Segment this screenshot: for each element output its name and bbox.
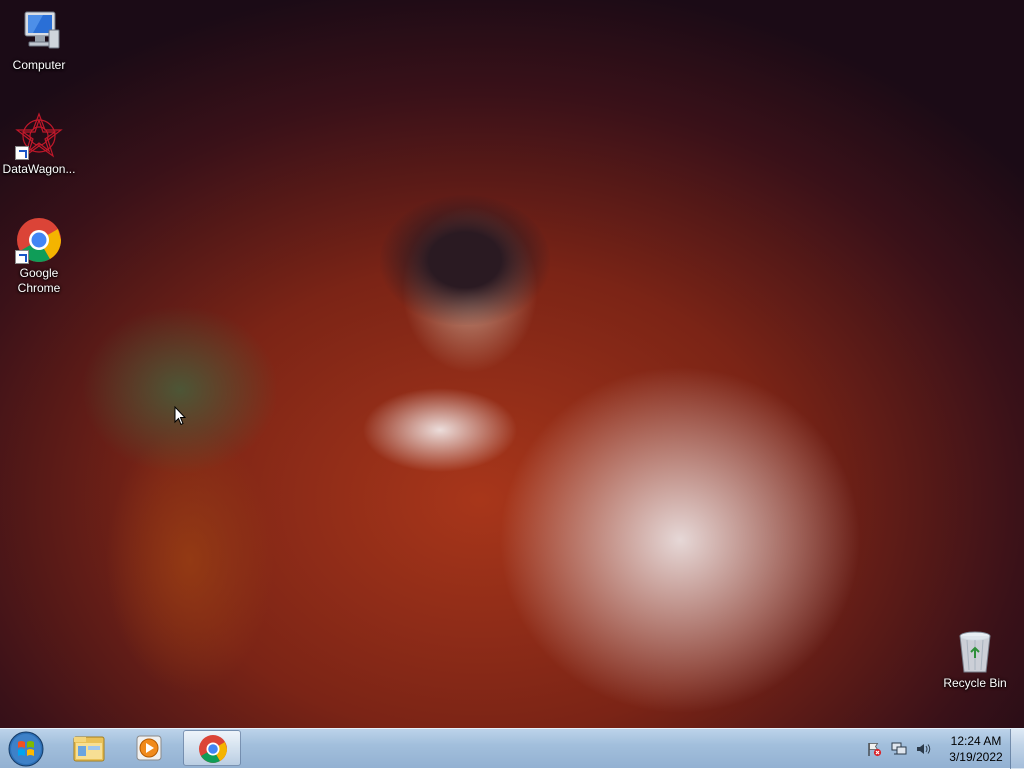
desktop-wallpaper: Computer DataWagon... Google Chrome Recy…: [0, 0, 1024, 728]
chrome-icon: [199, 735, 227, 763]
taskbar-media-player-button[interactable]: [121, 730, 179, 766]
desktop-icon-google-chrome[interactable]: Google Chrome: [1, 216, 77, 296]
taskbar-clock[interactable]: 12:24 AM 3/19/2022: [940, 733, 1012, 765]
mouse-cursor-icon: [174, 406, 186, 426]
start-button[interactable]: [6, 730, 46, 768]
desktop-icon-recycle-bin[interactable]: Recycle Bin: [937, 630, 1013, 691]
desktop-icon-label: Computer: [12, 58, 66, 72]
network-icon[interactable]: [891, 741, 907, 757]
desktop-icon-label: Recycle Bin: [943, 676, 1007, 690]
media-player-icon: [136, 735, 162, 761]
datawagon-icon: [15, 112, 63, 160]
desktop-icon-label: DataWagon...: [2, 162, 76, 176]
volume-icon[interactable]: [915, 741, 931, 757]
taskbar-chrome-button[interactable]: [183, 730, 241, 766]
desktop-icon-datawagon[interactable]: DataWagon...: [1, 112, 77, 177]
desktop-icon-computer[interactable]: Computer: [1, 8, 77, 73]
system-tray: 12:24 AM 3/19/2022: [862, 729, 1024, 769]
chrome-icon: [15, 216, 63, 264]
desktop-icon-label: Google Chrome: [17, 266, 61, 295]
taskbar: 12:24 AM 3/19/2022: [0, 728, 1024, 769]
computer-icon: [15, 8, 63, 56]
windows-start-icon: [8, 731, 44, 767]
folder-icon: [73, 736, 105, 762]
clock-time: 12:24 AM: [950, 734, 1002, 748]
shortcut-arrow-icon: [15, 146, 29, 160]
shortcut-arrow-icon: [15, 250, 29, 264]
recycle-bin-icon: [951, 630, 999, 674]
action-center-flag-icon[interactable]: [866, 741, 882, 757]
clock-date: 3/19/2022: [949, 750, 1003, 764]
taskbar-file-explorer-button[interactable]: [60, 730, 118, 766]
wallpaper-detail: [380, 195, 550, 325]
show-desktop-button[interactable]: [1010, 729, 1024, 769]
